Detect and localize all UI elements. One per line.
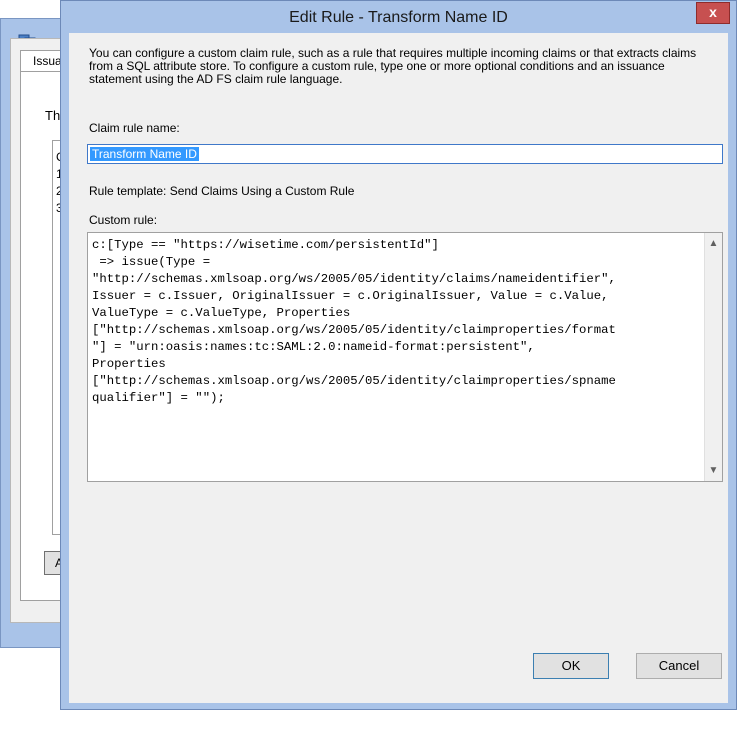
- claim-rule-name-value: Transform Name ID: [90, 147, 199, 161]
- rule-template-label: Rule template: Send Claims Using a Custo…: [89, 184, 355, 198]
- dialog-client-area: You can configure a custom claim rule, s…: [69, 33, 728, 703]
- edit-rule-dialog: Edit Rule - Transform Name ID x You can …: [60, 0, 737, 710]
- claim-rule-name-input[interactable]: Transform Name ID: [87, 144, 723, 164]
- cancel-button[interactable]: Cancel: [636, 653, 722, 679]
- custom-rule-scrollbar[interactable]: ▲ ▼: [704, 233, 722, 481]
- custom-rule-label: Custom rule:: [89, 213, 158, 227]
- custom-rule-text: c:[Type == "https://wisetime.com/persist…: [92, 238, 616, 405]
- ok-button[interactable]: OK: [533, 653, 609, 679]
- background-text: Th: [45, 108, 61, 123]
- scroll-up-icon[interactable]: ▲: [705, 235, 722, 252]
- claim-rule-name-label: Claim rule name:: [89, 121, 180, 135]
- dialog-title: Edit Rule - Transform Name ID: [289, 9, 508, 26]
- custom-rule-textarea[interactable]: c:[Type == "https://wisetime.com/persist…: [87, 232, 723, 482]
- dialog-description: You can configure a custom claim rule, s…: [89, 46, 697, 86]
- close-icon: x: [709, 4, 717, 20]
- close-button[interactable]: x: [696, 2, 730, 24]
- dialog-titlebar[interactable]: Edit Rule - Transform Name ID x: [61, 1, 736, 33]
- scroll-down-icon[interactable]: ▼: [705, 462, 722, 479]
